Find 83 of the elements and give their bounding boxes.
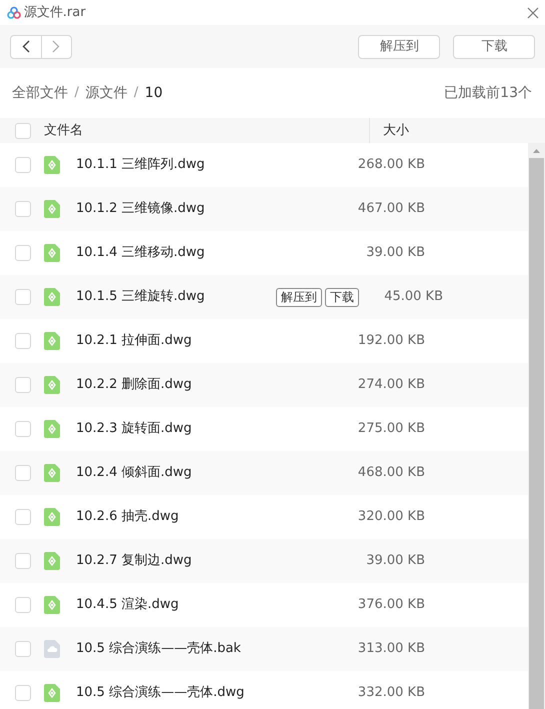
file-size: 39.00 KB (366, 552, 425, 570)
file-row[interactable]: 10.2.7 复制边.dwg 39.00 KB (0, 539, 528, 583)
file-icon (44, 464, 60, 482)
row-checkbox[interactable] (15, 597, 31, 613)
file-icon (44, 684, 60, 702)
extract-button[interactable]: 解压到 (276, 288, 322, 306)
file-size: 45.00 KB (384, 288, 443, 306)
row-checkbox[interactable] (15, 641, 31, 657)
file-name: 10.1.5 三维旋转.dwg (76, 288, 205, 306)
extract-button[interactable]: 解压到 (358, 34, 440, 58)
column-header: 大小 (383, 122, 409, 140)
file-size: 320.00 KB (358, 508, 425, 526)
file-icon (44, 244, 60, 262)
file-row[interactable]: 10.4.5 渲染.dwg 376.00 KB (0, 583, 528, 627)
file-size: 376.00 KB (358, 596, 425, 614)
file-size: 313.00 KB (358, 640, 425, 658)
file-name: 10.2.2 删除面.dwg (76, 376, 192, 394)
file-name: 10.2.3 旋转面.dwg (76, 420, 192, 438)
forward-icon (52, 40, 60, 53)
row-checkbox[interactable] (15, 509, 31, 525)
file-name: 10.2.4 倾斜面.dwg (76, 464, 192, 482)
file-name: 10.4.5 渲染.dwg (76, 596, 179, 614)
file-row[interactable]: 10.5 综合演练——壳体.dwg 332.00 KB (0, 671, 528, 709)
file-name: 10.1.2 三维镜像.dwg (76, 200, 205, 218)
file-name: 10.2.6 抽壳.dwg (76, 508, 179, 526)
file-icon (44, 156, 60, 174)
file-row[interactable]: 10.1.5 三维旋转.dwg 解压到 下载 45.00 KB (0, 275, 528, 319)
window-title: 源文件.rar (24, 4, 86, 22)
row-checkbox[interactable] (15, 201, 31, 217)
row-checkbox[interactable] (15, 685, 31, 701)
row-checkbox[interactable] (15, 553, 31, 569)
file-name: 10.5 综合演练——壳体.bak (76, 640, 241, 658)
download-button[interactable]: 下载 (453, 34, 536, 58)
file-size: 468.00 KB (358, 464, 425, 482)
file-size: 192.00 KB (358, 332, 425, 350)
file-icon (44, 552, 60, 570)
app-logo-icon (6, 6, 20, 20)
file-icon (44, 420, 60, 438)
row-checkbox[interactable] (15, 157, 31, 173)
row-checkbox[interactable] (15, 245, 31, 261)
file-size: 275.00 KB (358, 420, 425, 438)
file-icon (44, 376, 60, 394)
file-size: 332.00 KB (358, 684, 425, 702)
close-icon[interactable] (526, 6, 538, 18)
file-name: 10.2.7 复制边.dwg (76, 552, 192, 570)
breadcrumb-separator: / (74, 84, 79, 102)
file-name: 10.1.4 三维移动.dwg (76, 244, 205, 262)
breadcrumb-item: 10 (144, 84, 163, 102)
file-row[interactable]: 10.2.2 删除面.dwg 274.00 KB (0, 363, 528, 407)
file-icon (44, 332, 60, 350)
row-checkbox[interactable] (15, 289, 31, 305)
file-icon (44, 640, 60, 658)
row-checkbox[interactable] (15, 333, 31, 349)
breadcrumb-item[interactable]: 源文件 (85, 82, 128, 104)
loaded-count: 已加载前13个 (444, 84, 532, 102)
file-row[interactable]: 10.2.3 旋转面.dwg 275.00 KB (0, 407, 528, 451)
file-row[interactable]: 10.2.4 倾斜面.dwg 468.00 KB (0, 451, 528, 495)
column-header: 文件名 (44, 122, 83, 140)
file-size: 268.00 KB (358, 156, 425, 174)
file-row[interactable]: 10.1.2 三维镜像.dwg 467.00 KB (0, 187, 528, 231)
file-icon (44, 200, 60, 218)
breadcrumb-separator: / (134, 84, 138, 102)
back-icon (22, 40, 30, 53)
file-row[interactable]: 10.1.1 三维阵列.dwg 268.00 KB (0, 143, 528, 187)
file-size: 39.00 KB (366, 244, 425, 262)
file-name: 10.1.1 三维阵列.dwg (76, 156, 205, 174)
breadcrumb-item[interactable]: 全部文件 (12, 82, 68, 104)
file-row[interactable]: 10.1.4 三维移动.dwg 39.00 KB (0, 231, 528, 275)
file-icon (44, 288, 60, 306)
row-checkbox[interactable] (15, 377, 31, 393)
file-size: 274.00 KB (358, 376, 425, 394)
file-row[interactable]: 10.5 综合演练——壳体.bak 313.00 KB (0, 627, 528, 671)
file-row[interactable]: 10.2.6 抽壳.dwg 320.00 KB (0, 495, 528, 539)
file-name: 10.5 综合演练——壳体.dwg (76, 684, 244, 702)
select-all-checkbox[interactable] (15, 122, 31, 138)
file-row[interactable]: 10.2.1 拉伸面.dwg 192.00 KB (0, 319, 528, 363)
row-checkbox[interactable] (15, 421, 31, 437)
row-checkbox[interactable] (15, 465, 31, 481)
download-button[interactable]: 下载 (325, 288, 360, 306)
file-size: 467.00 KB (358, 200, 425, 218)
file-icon (44, 596, 60, 614)
file-name: 10.2.1 拉伸面.dwg (76, 332, 192, 350)
file-icon (44, 508, 60, 526)
